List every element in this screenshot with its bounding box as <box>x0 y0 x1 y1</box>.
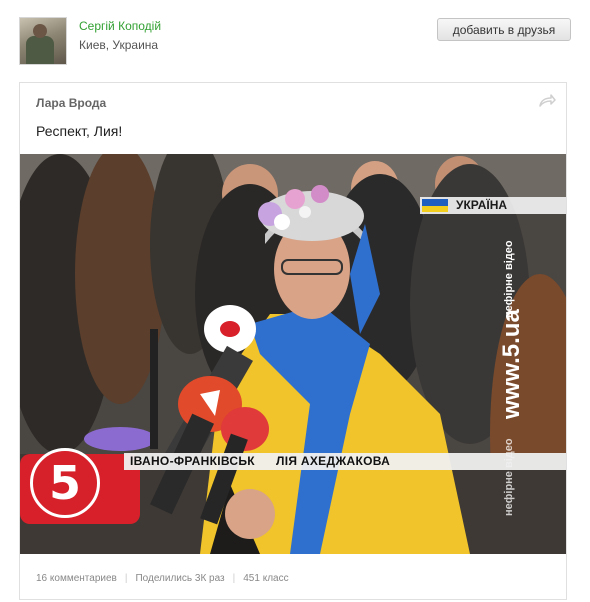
photo-caption-bar: ІВАНО-ФРАНКІВСЬК ЛІЯ АХЕДЖАКОВА <box>124 453 566 470</box>
ukraine-label-bar: УКРАЇНА <box>420 197 566 214</box>
footer-separator: | <box>124 573 128 584</box>
avatar[interactable] <box>19 17 67 65</box>
profile-city: Киев, Украина <box>79 38 159 52</box>
ukraine-label: УКРАЇНА <box>456 198 508 212</box>
post-text: Респект, Лия! <box>36 123 123 139</box>
watermark-url: www.5.ua <box>498 309 525 419</box>
post-card: Лара Врода Респект, Лия! УКРАЇНА нефірне… <box>19 82 567 600</box>
caption-city: ІВАНО-ФРАНКІВСЬК <box>130 454 255 468</box>
likes-link[interactable]: 451 класс <box>243 573 288 584</box>
profile-header: Сергій Коподій Киев, Украина добавить в … <box>19 17 571 67</box>
comments-link[interactable]: 16 комментариев <box>36 573 117 584</box>
channel-5-logo: 5 <box>30 448 100 518</box>
caption-name: ЛІЯ АХЕДЖАКОВА <box>276 454 391 468</box>
shares-link[interactable]: Поделились 3К раз <box>135 573 224 584</box>
add-friend-button[interactable]: добавить в друзья <box>437 18 571 41</box>
share-icon[interactable] <box>538 94 556 108</box>
profile-name[interactable]: Сергій Коподій <box>79 19 161 33</box>
footer-separator: | <box>232 573 236 584</box>
photo-scene <box>20 154 566 554</box>
post-author[interactable]: Лара Врода <box>36 96 106 110</box>
watermark-show-2: нефірне відео <box>503 438 515 516</box>
ukraine-flag-icon <box>422 199 448 212</box>
post-photo[interactable]: УКРАЇНА нефірне відео www.5.ua нефірне в… <box>20 154 566 554</box>
post-footer: 16 комментариев | Поделились 3К раз | 45… <box>36 573 289 584</box>
